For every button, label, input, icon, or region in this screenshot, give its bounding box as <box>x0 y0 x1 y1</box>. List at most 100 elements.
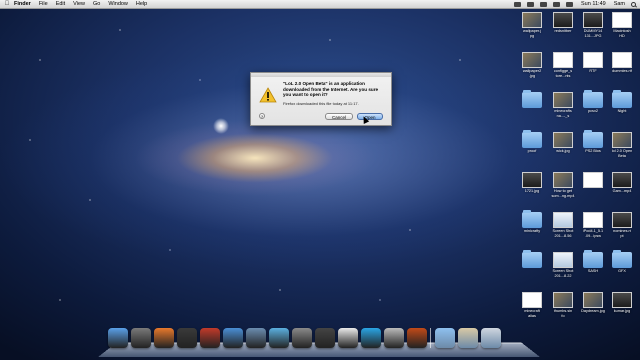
battery-icon[interactable] <box>566 1 574 7</box>
file-thumbnail-icon <box>553 212 573 228</box>
desktop-icon[interactable]: GFX <box>608 250 636 280</box>
desktop-icon[interactable]: proof <box>518 130 546 160</box>
file-thumbnail-icon <box>583 292 603 308</box>
utility-icon[interactable] <box>384 328 404 348</box>
folder-icon <box>583 90 603 108</box>
preview-icon[interactable] <box>246 328 266 348</box>
desktop-icon[interactable]: Macintosh HD <box>608 12 636 40</box>
system-preferences-icon[interactable] <box>292 328 312 348</box>
desktop-icon[interactable]: configge_s tore...nts <box>549 52 577 80</box>
dashboard-icon[interactable] <box>223 328 243 348</box>
spotlight-search-icon[interactable] <box>631 1 636 7</box>
desktop-icon[interactable]: How to get som...ng.mp4 <box>549 172 577 200</box>
menu-window[interactable]: Window <box>108 0 128 8</box>
desktop-icon[interactable]: RTF <box>579 52 607 80</box>
mission-control-icon[interactable] <box>177 328 197 348</box>
menu-clock[interactable]: Sun 11:49 <box>581 1 606 7</box>
dock <box>108 326 504 348</box>
folder-icon <box>583 130 603 148</box>
app-icon[interactable] <box>407 328 427 348</box>
desktop-icon[interactable] <box>518 90 546 120</box>
desktop-icon-label: Daydream.jpg <box>581 309 605 313</box>
desktop-icon[interactable]: Screen Shot 201...8.56 <box>549 212 577 240</box>
launchpad-icon[interactable] <box>131 328 151 348</box>
file-thumbnail-icon <box>553 252 573 268</box>
desktop-icon[interactable]: nomines.rt pt <box>608 212 636 240</box>
desktop-icon[interactable]: wallpaper2 .jpg <box>518 52 546 80</box>
menu-bar:  Finder File Edit View Go Window Help S… <box>0 0 640 9</box>
folder-icon <box>612 90 632 108</box>
menu-edit[interactable]: Edit <box>56 0 65 8</box>
desktop-icon-label: iPod4.1_5.1 .09...ipsw <box>582 229 604 238</box>
open-confirmation-dialog: "LoL 2.0 Open Beta" is an application do… <box>250 72 392 126</box>
movie-icon[interactable] <box>315 328 335 348</box>
desktop-icon[interactable]: thumbs.sin fo <box>549 292 577 320</box>
wifi-icon[interactable] <box>540 1 548 7</box>
help-button[interactable]: ? <box>259 113 265 119</box>
cancel-button[interactable]: Cancel <box>325 113 353 120</box>
finder-icon[interactable] <box>108 328 128 348</box>
desktop-icon[interactable]: wick.jpg <box>549 132 577 160</box>
file-thumbnail-icon <box>583 212 603 228</box>
desktop-icon[interactable]: Night <box>608 90 636 120</box>
desktop-icon-label: minecraft alias <box>524 309 540 318</box>
desktop-icon[interactable]: DUMMY14 131...JPG <box>579 12 607 40</box>
desktop-icon[interactable]: 1721.jpg <box>518 172 546 200</box>
desktop-icon-label: Screen Shot 201...8.56 <box>552 229 574 238</box>
bluetooth-icon[interactable] <box>527 1 535 7</box>
file-thumbnail-icon <box>553 12 573 28</box>
desktop-icon[interactable]: SASH <box>579 250 607 280</box>
desktop-icon[interactable]: Screen Shot 201...8.22 <box>549 252 577 280</box>
desktop-icon[interactable]: PS2 Bios <box>579 130 607 160</box>
documents-stack-icon[interactable] <box>458 328 478 348</box>
desktop-icon-label: wick.jpg <box>556 149 570 153</box>
dialog-titlebar <box>251 73 391 77</box>
desktop-icon[interactable]: lol 2.0 Open Beta <box>608 132 636 160</box>
desktop-icon-label: nomines.rt pt <box>613 229 631 238</box>
firefox-icon[interactable] <box>154 328 174 348</box>
wallpaper-star-flare <box>213 118 229 134</box>
desktop-icon[interactable]: kumar.jpg <box>608 292 636 320</box>
file-thumbnail-icon <box>522 172 542 188</box>
file-thumbnail-icon <box>522 12 542 28</box>
menu-user[interactable]: Sam <box>614 1 625 7</box>
volume-icon[interactable] <box>553 1 561 7</box>
itunes-icon[interactable] <box>269 328 289 348</box>
desktop-icon[interactable]: minecraft alias <box>518 292 546 320</box>
desktop-icon-label: PS2 Bios <box>585 149 601 153</box>
file-thumbnail-icon <box>612 212 632 228</box>
textedit-icon[interactable] <box>338 328 358 348</box>
desktop-icon[interactable]: redsnitber <box>549 12 577 40</box>
desktop-icon[interactable] <box>579 172 607 200</box>
warning-icon <box>259 87 277 103</box>
desktop-icon[interactable]: Daydream.jpg <box>579 292 607 320</box>
file-thumbnail-icon <box>583 172 603 188</box>
apple-menu-icon[interactable]:  <box>4 1 10 7</box>
desktop-icon[interactable]: pcsx2 <box>579 90 607 120</box>
dialog-message: "LoL 2.0 Open Beta" is an application do… <box>283 81 379 97</box>
downloads-stack-icon[interactable] <box>435 328 455 348</box>
menu-finder[interactable]: Finder <box>14 0 31 8</box>
skype-icon[interactable] <box>361 328 381 348</box>
time-machine-icon[interactable] <box>514 1 522 7</box>
desktop-icon[interactable]: iPod4.1_5.1 .09...ipsw <box>579 212 607 240</box>
desktop-icon[interactable]: Gam...mp4 <box>608 172 636 200</box>
photo-booth-icon[interactable] <box>200 328 220 348</box>
desktop-icon[interactable]: minicrafty <box>518 210 546 240</box>
file-thumbnail-icon <box>583 12 603 28</box>
trash-icon[interactable] <box>481 328 501 348</box>
desktop-icon-label: Gam...mp4 <box>612 189 632 193</box>
file-thumbnail-icon <box>553 52 573 68</box>
file-thumbnail-icon <box>553 292 573 308</box>
menu-help[interactable]: Help <box>136 0 147 8</box>
menu-view[interactable]: View <box>73 0 85 8</box>
desktop-icon[interactable] <box>518 250 546 280</box>
menu-go[interactable]: Go <box>93 0 100 8</box>
desktop-icon[interactable]: dummies.rtf <box>608 52 636 80</box>
desktop-icon-label: 1721.jpg <box>524 189 540 193</box>
desktop-icon[interactable]: minecrafts na...-_s <box>549 92 577 120</box>
desktop-icon[interactable]: wallpaper.j pg <box>518 12 546 40</box>
menu-file[interactable]: File <box>39 0 48 8</box>
menu-bar-status: Sun 11:49 Sam <box>508 0 636 8</box>
folder-icon <box>522 210 542 228</box>
